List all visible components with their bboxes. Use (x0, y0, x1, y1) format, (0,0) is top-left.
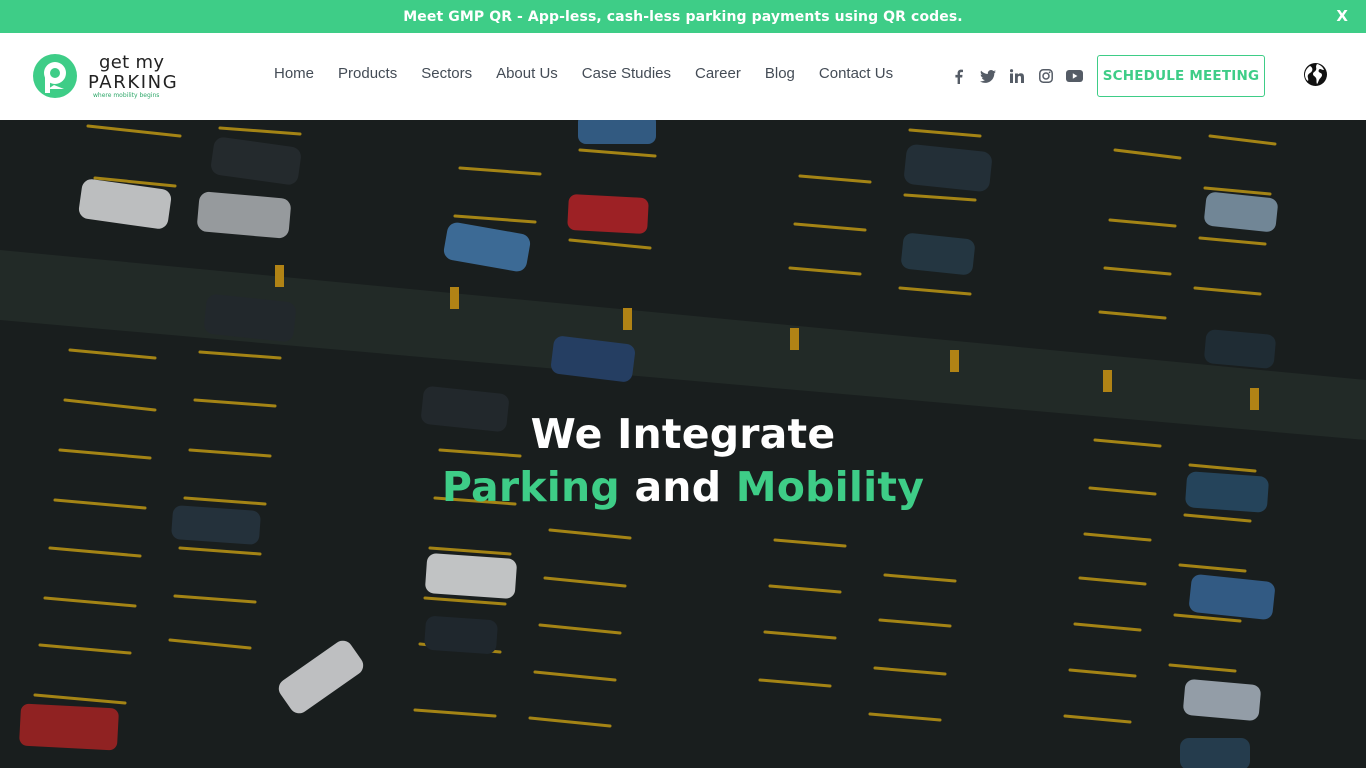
hero-word-mobility: Mobility (735, 463, 925, 511)
youtube-icon[interactable] (1060, 66, 1089, 86)
schedule-meeting-button[interactable]: SCHEDULE MEETING (1097, 55, 1265, 97)
main-nav: Home Products Sectors About Us Case Stud… (262, 65, 905, 82)
site-header: get my PARKING where mobility begins Hom… (0, 33, 1366, 120)
brand-logo[interactable]: get my PARKING where mobility begins (32, 52, 177, 102)
nav-career[interactable]: Career (683, 65, 753, 82)
nav-products[interactable]: Products (326, 65, 409, 82)
nav-contact-us[interactable]: Contact Us (807, 65, 905, 82)
announcement-text[interactable]: Meet GMP QR - App-less, cash-less parkin… (403, 9, 962, 25)
parking-pin-icon (33, 54, 77, 98)
hero-word-parking: Parking (441, 463, 620, 511)
nav-about-us[interactable]: About Us (484, 65, 570, 82)
linkedin-icon[interactable] (1002, 66, 1031, 86)
nav-blog[interactable]: Blog (753, 65, 807, 82)
instagram-icon[interactable] (1031, 66, 1060, 86)
social-links (944, 66, 1089, 86)
facebook-icon[interactable] (944, 66, 973, 86)
brand-tagline: where mobility begins (93, 92, 160, 99)
hero-heading-line1: We Integrate (530, 410, 836, 458)
nav-home[interactable]: Home (262, 65, 326, 82)
hero-heading-line2: Parking and Mobility (0, 463, 1366, 511)
close-announcement-button[interactable]: X (1336, 7, 1348, 25)
nav-sectors[interactable]: Sectors (409, 65, 484, 82)
nav-case-studies[interactable]: Case Studies (570, 65, 683, 82)
announcement-bar: Meet GMP QR - App-less, cash-less parkin… (0, 0, 1366, 33)
brand-line1: get my (99, 52, 165, 73)
brand-line2: PARKING (88, 72, 179, 93)
globe-icon[interactable] (1303, 62, 1328, 87)
hero-word-and: and (634, 463, 722, 511)
hero-section: We Integrate Parking and Mobility (0, 120, 1366, 768)
twitter-icon[interactable] (973, 66, 1002, 86)
